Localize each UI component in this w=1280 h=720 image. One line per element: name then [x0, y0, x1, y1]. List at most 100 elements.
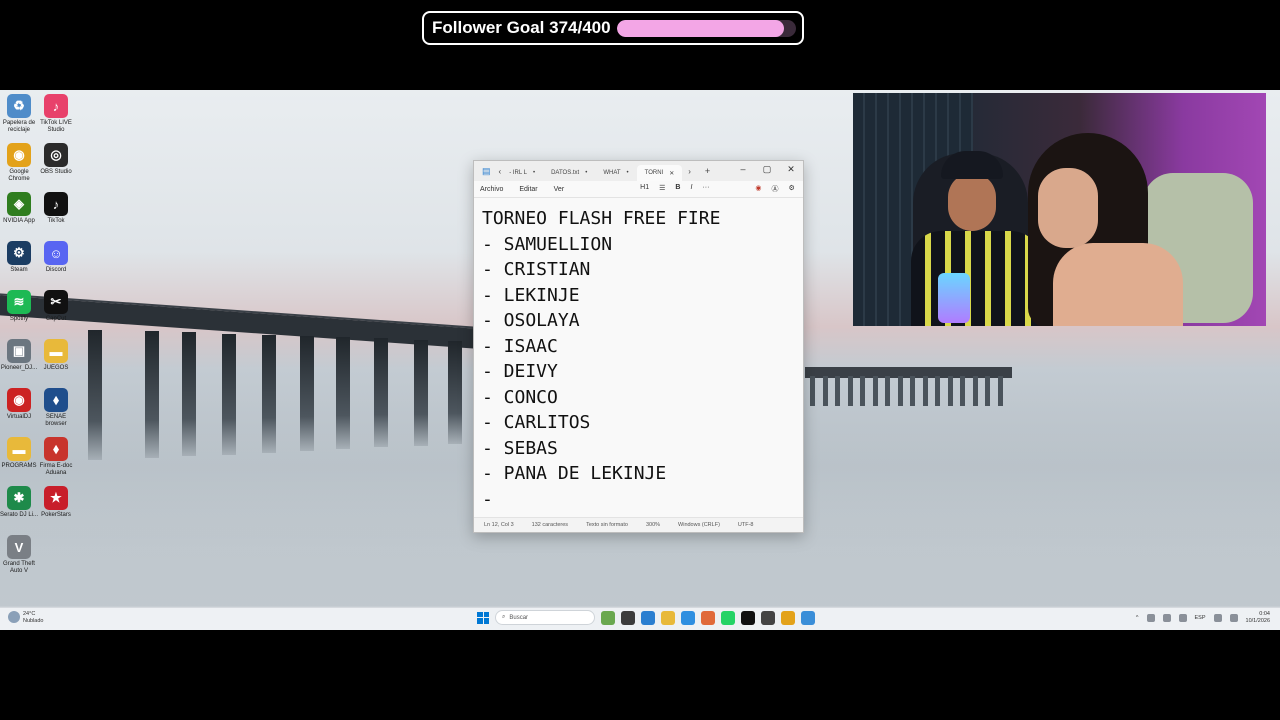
webcam-person-right-body [1053, 243, 1183, 326]
distant-pile [910, 376, 915, 406]
desktop-icon-virtualdj[interactable]: ◉ VirtualDJ [0, 388, 38, 421]
tab-3[interactable]: TORNI ✕ [636, 165, 683, 181]
wifi-icon[interactable] [1213, 614, 1222, 622]
pier-pile [182, 332, 196, 457]
task-view-icon[interactable] [621, 610, 635, 625]
tab-close-icon[interactable]: ✕ [669, 170, 674, 177]
distant-pile [922, 376, 928, 406]
system-tray: ^ ESP 0:04 10/1/2026 [1136, 611, 1270, 625]
distant-pile [835, 376, 840, 406]
clock[interactable]: 0:04 10/1/2026 [1246, 611, 1270, 625]
whatsapp-icon[interactable] [721, 610, 735, 625]
notepad-taskbar-icon[interactable] [801, 610, 815, 625]
account-icon[interactable]: Ⓐ [772, 184, 779, 194]
notepad-text-area[interactable]: TORNEO FLASH FREE FIRE - SAMUELLION - CRIS… [474, 198, 803, 512]
virtualdj-icon: ◉ [7, 388, 31, 412]
photos-icon[interactable] [701, 610, 715, 625]
notepad-window[interactable]: ▤ ‹ - IRL L • DATOS.txt • WHAT • TORNI ✕ › + – … [473, 160, 804, 533]
status-position: Ln 12, Col 3 [484, 522, 514, 528]
clock-time: 0:04 [1259, 611, 1270, 617]
start-button[interactable] [477, 611, 489, 624]
taskbar-search[interactable]: ⌕ Buscar [495, 610, 595, 625]
heading-dropdown[interactable]: H1 [640, 184, 649, 194]
minimize-button[interactable]: – [731, 161, 755, 177]
widgets-icon[interactable] [601, 610, 615, 625]
desktop-icon-chrome[interactable]: ◉ Google Chrome [0, 143, 38, 183]
desktop-icon-discord[interactable]: ☺ Discord [37, 241, 75, 274]
desktop-icon-obs[interactable]: ◎ OBS Studio [37, 143, 75, 176]
speaker-icon[interactable] [1229, 614, 1238, 622]
file-explorer-icon[interactable] [661, 610, 675, 625]
bold-icon[interactable]: B [675, 184, 680, 194]
desktop-icon-steam[interactable]: ⚙ Steam [0, 241, 38, 274]
taskbar-apps: ⌕ Buscar [477, 610, 815, 625]
desktop-icon-serato[interactable]: ✱ Serato DJ Li... [0, 486, 38, 519]
desktop-icon-label: Steam [10, 267, 28, 273]
notepad-list-line: - SAMUELLION [482, 233, 613, 255]
desktop-icon-folder[interactable]: ▬ PROGRAMS [0, 437, 38, 470]
follower-goal-progress-track [616, 19, 796, 37]
desktop-icon-gta[interactable]: V Grand Theft Auto V [0, 535, 38, 575]
desktop-icon-senae[interactable]: ⬧ SENAE browser [37, 388, 75, 428]
spotify-icon: ≋ [7, 290, 31, 314]
chrome-icon: ◉ [7, 143, 31, 167]
desktop-icon-capcut[interactable]: ✂ CapCut [37, 290, 75, 323]
desktop-icon-nvidia[interactable]: ◈ NVIDIA App [0, 192, 38, 225]
follower-goal-overlay: Follower Goal 374/400 [422, 11, 804, 45]
webcam-person-left-shirt [911, 231, 1041, 326]
distant-pile [897, 376, 903, 406]
webcam-overlay [853, 93, 1266, 326]
tab-2[interactable]: WHAT • [595, 165, 636, 181]
distant-pile [985, 376, 990, 406]
search-placeholder: Buscar [509, 614, 529, 621]
notepad-heading-line: TORNEO FLASH FREE FIRE [482, 208, 721, 229]
edge-icon[interactable] [681, 610, 695, 625]
desktop-icon-label: VirtualDJ [6, 414, 32, 420]
settings-icon[interactable]: ⚙ [789, 184, 795, 194]
notepad-titlebar[interactable]: ▤ ‹ - IRL L • DATOS.txt • WHAT • TORNI ✕ › + – … [474, 161, 803, 181]
desktop-icon-firma[interactable]: ⬧ Firma E-doc Aduana [37, 437, 75, 477]
copilot-icon[interactable]: ◉ [755, 184, 761, 194]
tab-1[interactable]: DATOS.txt • [543, 165, 595, 181]
desktop-icon-label: PROGRAMS [1, 463, 37, 469]
obs-taskbar-icon[interactable] [761, 610, 775, 625]
desktop-icon-pioneer[interactable]: ▣ Pioneer_DJ... [0, 339, 38, 372]
copilot-taskbar-icon[interactable] [641, 610, 655, 625]
tab-dot-icon[interactable]: • [585, 170, 587, 176]
new-tab-button[interactable]: + [705, 166, 710, 176]
desktop-icon-pokerstars[interactable]: ★ PokerStars [37, 486, 75, 519]
maximize-button[interactable]: ▢ [755, 161, 779, 177]
menu-archivo[interactable]: Archivo [480, 186, 503, 193]
list-icon[interactable]: ☰ [659, 184, 665, 194]
tab-dot-icon[interactable]: • [627, 170, 629, 176]
desktop-icon-recycle-bin[interactable]: ♻ Papelera de reciclaje [0, 94, 38, 134]
desktop-icon-tiktok[interactable]: ♪ TikTok [37, 192, 75, 225]
more-icon[interactable]: ··· [702, 184, 709, 194]
notepad-statusbar: Ln 12, Col 3 132 caracteres Texto sin fo… [474, 517, 803, 532]
weather-widget[interactable]: 24°C Nublado [8, 611, 44, 625]
webcam-person-left-face [948, 173, 996, 231]
close-button[interactable]: ✕ [779, 161, 803, 177]
desktop-icon-tiktok-live[interactable]: ♪ TikTok LIVE Studio [37, 94, 75, 134]
pier-pile [374, 338, 388, 448]
nvidia-icon: ◈ [7, 192, 31, 216]
tab-0[interactable]: - IRL L • [501, 165, 543, 181]
desktop-icon-spotify[interactable]: ≋ Spotify [0, 290, 38, 323]
status-format: Texto sin formato [586, 522, 628, 528]
tray-network-icon[interactable] [1162, 614, 1171, 622]
tray-volume-icon[interactable] [1178, 614, 1187, 622]
desktop-icon-folder[interactable]: ▬ JUEGOS [37, 339, 75, 372]
tiktok-taskbar-icon[interactable] [741, 610, 755, 625]
tiktok-icon: ♪ [44, 192, 68, 216]
chrome-taskbar-icon[interactable] [781, 610, 795, 625]
language-indicator[interactable]: ESP [1195, 615, 1206, 621]
tab-dot-icon[interactable]: • [533, 170, 535, 176]
tray-overflow-icon[interactable]: ^ [1136, 615, 1139, 621]
desktop-icon-label: Firma E-doc Aduana [39, 463, 73, 476]
italic-icon[interactable]: I [690, 184, 692, 194]
menu-editar[interactable]: Editar [519, 186, 537, 193]
tray-app-icon[interactable] [1146, 614, 1155, 622]
tab-label: - IRL L [509, 170, 527, 176]
menu-ver[interactable]: Ver [554, 186, 565, 193]
tab-scroll-right-icon[interactable]: › [688, 167, 691, 176]
